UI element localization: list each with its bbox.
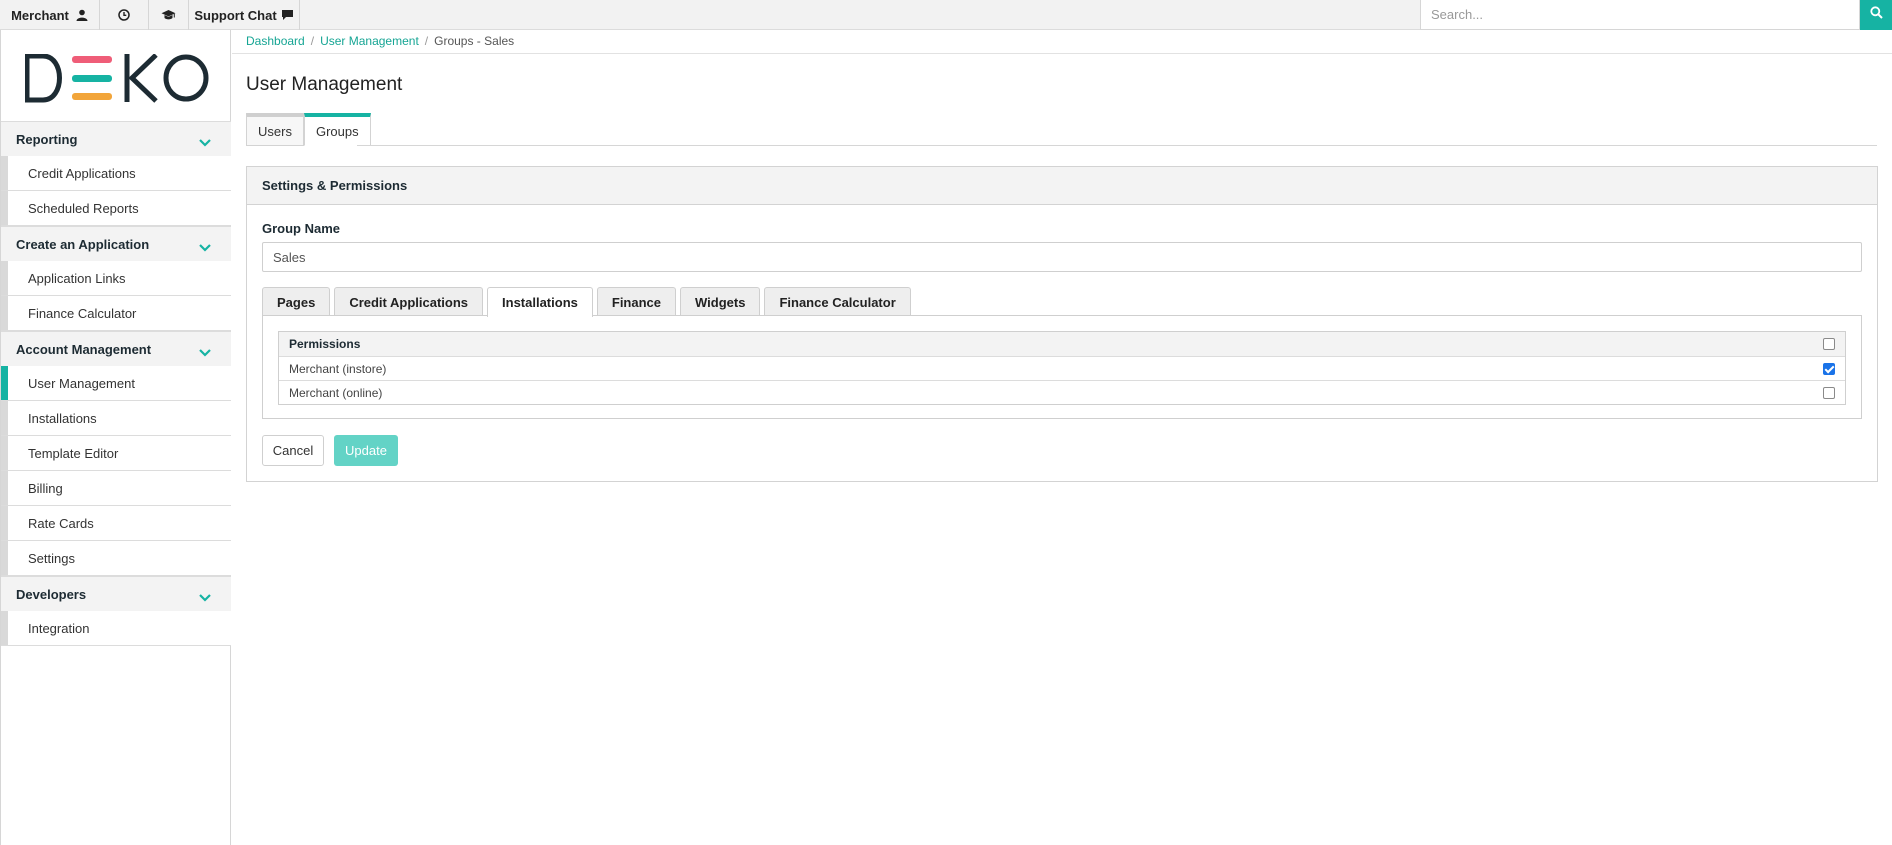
update-button[interactable]: Update — [334, 435, 398, 466]
perm-tab-finance[interactable]: Finance — [596, 287, 676, 316]
search-icon — [1869, 6, 1883, 24]
sidebar-section-label: Account Management — [16, 341, 152, 357]
user-icon — [76, 9, 88, 21]
sidebar-item-label: Rate Cards — [28, 515, 94, 531]
permission-tabs: Pages Credit Applications Installations … — [262, 287, 911, 317]
sidebar-item-billing[interactable]: Billing — [1, 471, 231, 506]
perm-tab-widgets[interactable]: Widgets — [680, 287, 761, 316]
sidebar-section-label: Reporting — [16, 131, 78, 147]
chat-icon — [281, 9, 294, 21]
sidebar-item-credit-applications[interactable]: Credit Applications — [1, 156, 231, 191]
select-all-checkbox[interactable] — [1823, 338, 1835, 350]
permissions-table: Permissions Merchant (instore) Merchant … — [278, 331, 1846, 405]
tab-groups[interactable]: Groups — [303, 113, 371, 146]
support-chat-label: Support Chat — [194, 7, 277, 23]
history-button[interactable] — [100, 0, 149, 30]
permissions-header: Permissions — [289, 337, 361, 351]
perm-tab-installations[interactable]: Installations — [487, 287, 593, 317]
sidebar-item-rate-cards[interactable]: Rate Cards — [1, 506, 231, 541]
group-name-label: Group Name — [262, 221, 341, 236]
panel-title: Settings & Permissions — [247, 167, 1877, 205]
support-chat-button[interactable]: Support Chat — [189, 0, 300, 30]
tab-users[interactable]: Users — [246, 113, 304, 146]
page-tabs: Users Groups — [246, 113, 371, 146]
group-name-input[interactable] — [262, 242, 1862, 272]
breadcrumb-separator: / — [424, 34, 429, 48]
permissions-header-row: Permissions — [279, 332, 1845, 356]
sidebar-item-settings[interactable]: Settings — [1, 541, 231, 576]
chevron-down-icon — [199, 240, 211, 255]
sidebar-item-label: Billing — [28, 480, 63, 496]
sidebar-section-reporting[interactable]: Reporting — [1, 121, 231, 157]
breadcrumb-separator: / — [310, 34, 315, 48]
breadcrumb-user-management-link[interactable]: User Management — [320, 34, 419, 48]
sidebar-section-developers[interactable]: Developers — [1, 576, 231, 612]
chevron-down-icon — [199, 590, 211, 605]
search-input[interactable] — [1420, 0, 1860, 30]
sidebar-item-template-editor[interactable]: Template Editor — [1, 436, 231, 471]
sidebar-section-label: Create an Application — [16, 236, 150, 252]
sidebar-section-account-management[interactable]: Account Management — [1, 331, 231, 367]
sidebar-item-label: Settings — [28, 550, 75, 566]
sidebar-section-create-an-application[interactable]: Create an Application — [1, 226, 231, 262]
graduation-cap-icon — [161, 9, 176, 21]
perm-tab-credit-applications[interactable]: Credit Applications — [334, 287, 484, 316]
merchant-menu[interactable]: Merchant — [0, 0, 100, 30]
perm-tab-finance-calculator[interactable]: Finance Calculator — [764, 287, 911, 316]
chevron-down-icon — [199, 135, 211, 150]
sidebar-item-label: Integration — [28, 620, 90, 636]
perm-tab-pages[interactable]: Pages — [262, 287, 331, 316]
sidebar-item-installations[interactable]: Installations — [1, 401, 231, 436]
permission-checkbox-merchant-online[interactable] — [1823, 387, 1835, 399]
permission-label: Merchant (instore) — [289, 361, 387, 376]
training-button[interactable] — [149, 0, 189, 30]
table-row: Merchant (instore) — [279, 356, 1845, 380]
permission-checkbox-merchant-instore[interactable] — [1823, 363, 1835, 375]
sidebar-item-label: Finance Calculator — [28, 305, 137, 321]
breadcrumb: Dashboard / User Management / Groups - S… — [246, 34, 514, 48]
breadcrumb-current: Groups - Sales — [434, 34, 515, 48]
table-row: Merchant (online) — [279, 380, 1845, 404]
breadcrumb-dashboard-link[interactable]: Dashboard — [246, 34, 305, 48]
sidebar-item-label: Credit Applications — [28, 165, 136, 181]
sidebar-item-label: User Management — [28, 375, 135, 391]
sidebar: Reporting Credit Applications Scheduled Re… — [0, 30, 231, 845]
settings-permissions-panel: Settings & Permissions Group Name Pages … — [246, 166, 1878, 482]
chevron-down-icon — [199, 345, 211, 360]
permission-label: Merchant (online) — [289, 385, 383, 400]
deko-logo[interactable] — [24, 53, 209, 104]
divider — [357, 145, 1877, 146]
sidebar-item-application-links[interactable]: Application Links — [1, 261, 231, 296]
sidebar-item-label: Scheduled Reports — [28, 200, 139, 216]
clock-icon — [118, 9, 130, 21]
permissions-tab-content: Permissions Merchant (instore) Merchant … — [262, 315, 1862, 419]
search-button[interactable] — [1860, 0, 1892, 30]
sidebar-item-user-management[interactable]: User Management — [1, 366, 231, 401]
merchant-label: Merchant — [11, 7, 69, 23]
sidebar-section-label: Developers — [16, 586, 87, 602]
sidebar-item-label: Installations — [28, 410, 97, 426]
sidebar-item-finance-calculator[interactable]: Finance Calculator — [1, 296, 231, 331]
sidebar-item-label: Application Links — [28, 270, 126, 286]
sidebar-item-integration[interactable]: Integration — [1, 611, 231, 646]
top-bar: Merchant Support Chat — [0, 0, 1892, 30]
divider — [232, 53, 1892, 54]
sidebar-item-scheduled-reports[interactable]: Scheduled Reports — [1, 191, 231, 226]
sidebar-item-label: Template Editor — [28, 445, 119, 461]
page-title: User Management — [246, 74, 403, 95]
cancel-button[interactable]: Cancel — [262, 435, 324, 466]
